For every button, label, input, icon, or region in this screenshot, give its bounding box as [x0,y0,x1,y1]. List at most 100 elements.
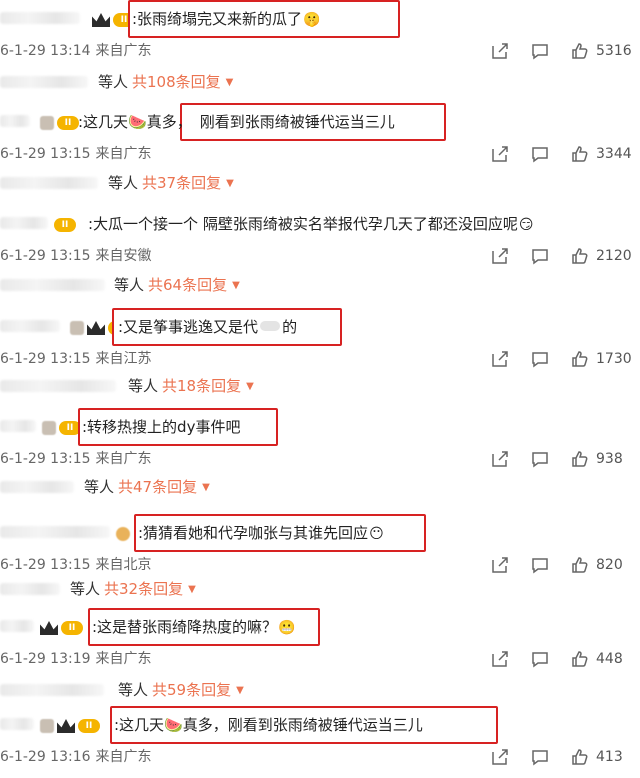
comment-meta: 6-1-29 13:15 来自安徽 [0,247,152,265]
reply-count-link[interactable]: 共59条回复 ▼ [152,681,244,699]
like-count: 1730 [596,351,632,367]
avatar [40,719,54,733]
reply-summary-4[interactable]: 等人 共18条回复 ▼ [0,373,640,399]
username-blurred[interactable] [0,620,34,632]
reply-summary-5[interactable]: 等人 共47条回复 ▼ [0,474,640,500]
comment-meta: 6-1-29 13:16 来自广东 [0,748,152,766]
comment-text: :又是筝事逃逸又是代 的 [118,317,297,337]
reply-text[interactable]: 等人 共18条回复 ▼ [128,375,254,398]
comment-icon[interactable] [530,555,550,575]
reply-summary-6[interactable]: 等人 共32条回复 ▼ [0,576,640,602]
comment-4: II :又是筝事逃逸又是代的 6-1-29 13:15来自江苏 1730 [0,308,640,380]
thumbs-up-icon[interactable] [570,144,590,164]
thumbs-up-icon[interactable] [570,449,590,469]
reply-username-blurred [0,583,60,595]
reply-summary-2[interactable]: 等人 共37条回复 ▼ [0,170,640,196]
comment-icon[interactable] [530,649,550,669]
thumbs-up-icon[interactable] [570,555,590,575]
comment-actions: 2120 [490,245,640,267]
comment-text: :张雨绮塌完又来新的瓜了🤫 [132,9,321,30]
comment-2: II :这几天🍉真多， 刚看到张雨绮被锤代运当三儿 6-1-29 13:15 来自广… [0,103,640,175]
comment-meta: 6-1-29 13:15 来自广东 [0,145,152,163]
comment-icon[interactable] [530,144,550,164]
share-icon[interactable] [490,555,510,575]
comment-icon[interactable] [530,41,550,61]
reply-text[interactable]: 等人 共108条回复 ▼ [98,71,233,94]
reply-text[interactable]: 等人 共47条回复 ▼ [84,476,210,499]
share-icon[interactable] [490,41,510,61]
thumbs-up-icon[interactable] [570,246,590,266]
comment-text: :大瓜一个接一个 隔壁张雨绮被实名举报代孕几天了都还没回应呢😏 [88,214,533,235]
level-badge: II [78,719,100,733]
comment-date: 6-1-29 13:19 [0,651,91,667]
share-icon[interactable] [490,649,510,669]
comment-icon[interactable] [530,246,550,266]
comment-source: 来自广东 [95,451,152,467]
share-icon[interactable] [490,246,510,266]
chevron-down-icon: ▼ [226,178,234,189]
share-icon[interactable] [490,449,510,469]
reply-text[interactable]: 等人 共32条回复 ▼ [70,578,196,601]
user-badge: II [42,419,81,437]
reply-count-link[interactable]: 共18条回复 ▼ [162,377,254,395]
username-blurred[interactable] [0,718,34,730]
username-blurred[interactable] [0,320,60,332]
comment-3: II :大瓜一个接一个 隔壁张雨绮被实名举报代孕几天了都还没回应呢😏 6-1-2… [0,205,640,277]
reply-text[interactable]: 等人 共64条回复 ▼ [114,274,240,297]
comment-text: :猜猜看她和代孕咖张与其谁先回应😶 [138,523,384,544]
comment-1: II :张雨绮塌完又来新的瓜了🤫 6-1-29 13:14 来自广东 5316 [0,0,640,72]
comment-actions: 938 [490,448,640,470]
reply-count-link[interactable]: 共32条回复 ▼ [104,580,196,598]
reply-prefix: 等人 [118,681,149,699]
comment-source: 来自安徽 [95,248,152,264]
comment-highlight: 刚看到张雨绮被锤代运当三儿 [199,113,395,131]
comment-icon[interactable] [530,449,550,469]
username-blurred[interactable] [0,217,48,229]
thumbs-up-icon[interactable] [570,747,590,767]
chevron-down-icon: ▼ [236,685,244,696]
chevron-down-icon: ▼ [246,381,254,392]
reply-username-blurred [0,481,74,493]
reply-count-link[interactable]: 共64条回复 ▼ [148,276,240,294]
chevron-down-icon: ▼ [225,77,234,88]
reply-prefix: 等人 [84,478,115,496]
reply-username-blurred [0,76,88,88]
comment-date: 6-1-29 13:15 [0,451,91,467]
thumbs-up-icon[interactable] [570,349,590,369]
comment-icon[interactable] [530,349,550,369]
username-blurred[interactable] [0,12,80,24]
reply-text[interactable]: 等人 共37条回复 ▼ [108,172,234,195]
comment-date: 6-1-29 13:15 [0,351,91,367]
comment-body: :这几天🍉真多， [78,113,192,131]
reply-count-link[interactable]: 共37条回复 ▼ [142,174,234,192]
reply-count-link[interactable]: 共108条回复 ▼ [132,73,233,91]
username-blurred[interactable] [0,420,36,432]
share-icon[interactable] [490,144,510,164]
cloud-emoji-icon [260,321,281,331]
comment-icon[interactable] [530,747,550,767]
share-icon[interactable] [490,747,510,767]
comment-8: II :这几天🍉真多，刚看到张雨绮被锤代运当三儿 6-1-29 13:16 来自广… [0,706,640,778]
chevron-down-icon: ▼ [232,280,240,291]
share-icon[interactable] [490,349,510,369]
thumbs-up-icon[interactable] [570,649,590,669]
reply-count-link[interactable]: 共47条回复 ▼ [118,478,210,496]
comment-source: 来自广东 [95,146,152,162]
comment-source: 来自广东 [95,43,152,59]
user-badge: II [40,114,79,132]
reply-count: 共32条回复 [104,580,184,598]
comment-source: 来自广东 [95,749,152,765]
user-badge [116,525,130,543]
reply-summary-3[interactable]: 等人 共64条回复 ▼ [0,272,640,298]
username-blurred[interactable] [0,526,110,538]
reply-summary-7[interactable]: 等人 共59条回复 ▼ [0,677,640,703]
doraemon-emoji-icon: 😬 [278,620,296,636]
reply-text[interactable]: 等人 共59条回复 ▼ [118,679,244,702]
level-badge: II [57,116,79,130]
thumbs-up-icon[interactable] [570,41,590,61]
comment-meta: 6-1-29 13:14 来自广东 [0,42,152,60]
reply-summary-1[interactable]: 等人 共108条回复 ▼ [0,69,640,95]
reply-prefix: 等人 [128,377,159,395]
crown-icon [87,321,105,335]
username-blurred[interactable] [0,115,30,127]
